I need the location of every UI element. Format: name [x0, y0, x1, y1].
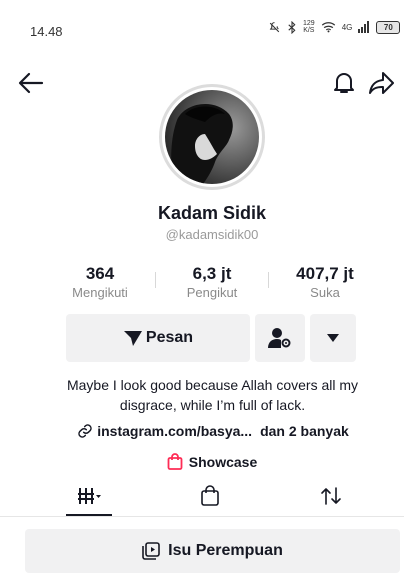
profile-username: @kadamsidik00 [165, 227, 259, 242]
share-icon[interactable] [367, 70, 395, 96]
stat-divider [268, 272, 269, 288]
profile-name: Kadam Sidik [157, 203, 267, 223]
network-type: 4G [341, 22, 353, 32]
stat-likes[interactable]: 407,7 jt Suka [280, 264, 370, 300]
network-speed: 129 K/S [303, 20, 315, 34]
wifi-icon [321, 22, 335, 33]
stat-likes-label: Suka [310, 285, 340, 300]
tab-videos[interactable] [66, 480, 112, 512]
bell-icon[interactable] [331, 70, 357, 96]
avatar[interactable] [159, 84, 265, 190]
bio-link[interactable]: instagram.com/basya... dan 2 banyak [30, 423, 396, 439]
stat-divider [155, 272, 156, 288]
link-icon [78, 424, 92, 438]
status-time: 14.48 [30, 24, 63, 39]
message-button[interactable]: Pesan [66, 314, 250, 362]
status-icons: 129 K/S 4G 70 [268, 20, 401, 34]
network-speed-unit: K/S [303, 27, 315, 34]
bluetooth-icon [288, 20, 296, 34]
tab-shop[interactable] [187, 480, 233, 512]
playlist-button[interactable]: Isu Perempuan [25, 529, 400, 573]
shopping-bag-icon [201, 485, 219, 506]
stat-followers-value: 6,3 jt [192, 264, 232, 283]
shopping-bag-icon [167, 453, 183, 470]
bio-link-text: instagram.com/basya... [97, 423, 253, 439]
friend-settings-button[interactable] [255, 314, 305, 362]
showcase-label: Showcase [188, 453, 258, 470]
stat-followers-label: Pengikut [186, 285, 238, 300]
playlist-icon [142, 542, 160, 560]
network-speed-value: 129 [303, 20, 315, 27]
videos-grid-icon [78, 488, 101, 504]
send-icon [123, 331, 142, 346]
battery-icon: 70 [376, 20, 401, 34]
mute-icon [269, 21, 280, 32]
bio-link-more: dan 2 banyak [260, 423, 349, 439]
stat-likes-value: 407,7 jt [296, 264, 354, 283]
message-button-label: Pesan [145, 329, 194, 346]
more-options-button[interactable] [310, 314, 356, 362]
playlist-label: Isu Perempuan [168, 542, 283, 559]
tab-reposts[interactable] [308, 480, 354, 512]
back-arrow-icon[interactable] [18, 72, 44, 94]
signal-icon [358, 21, 370, 33]
repost-icon [321, 487, 341, 505]
stat-following-label: Mengikuti [72, 285, 128, 300]
showcase-link[interactable]: Showcase [0, 453, 404, 470]
stat-following-value: 364 [85, 264, 115, 283]
stat-followers[interactable]: 6,3 jt Pengikut [172, 264, 252, 300]
person-settings-icon [268, 328, 291, 348]
battery-level: 70 [383, 22, 393, 32]
caret-down-icon [327, 334, 339, 342]
avatar-photo [165, 90, 259, 184]
stat-following[interactable]: 364 Mengikuti [60, 264, 140, 300]
profile-bio: Maybe I look good because Allah covers a… [66, 377, 359, 413]
tab-divider [0, 516, 404, 517]
